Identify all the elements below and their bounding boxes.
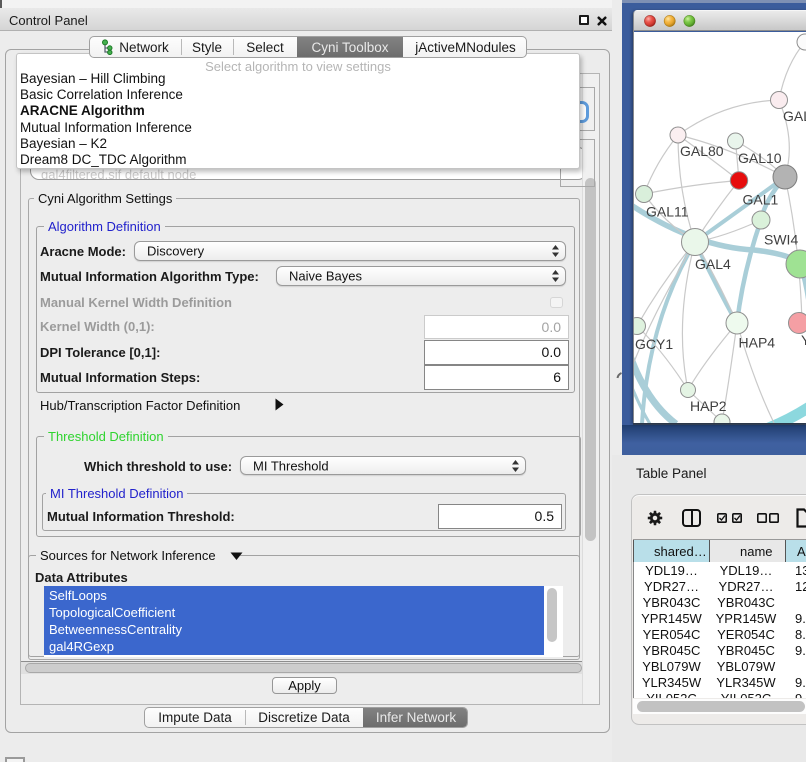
svg-text:GAL2: GAL2 [783, 108, 806, 124]
svg-text:GAL1: GAL1 [743, 192, 779, 208]
svg-text:HAP2: HAP2 [690, 398, 727, 414]
svg-text:HAP4: HAP4 [739, 335, 776, 351]
svg-text:Y: Y [801, 332, 806, 348]
svg-text:GAL10: GAL10 [738, 150, 782, 166]
svg-text:GAL11: GAL11 [646, 204, 689, 220]
svg-text:SWI4: SWI4 [764, 232, 798, 248]
svg-text:GAL4: GAL4 [695, 256, 731, 272]
svg-text:GAL80: GAL80 [680, 143, 724, 159]
svg-text:GCY1: GCY1 [635, 336, 673, 352]
